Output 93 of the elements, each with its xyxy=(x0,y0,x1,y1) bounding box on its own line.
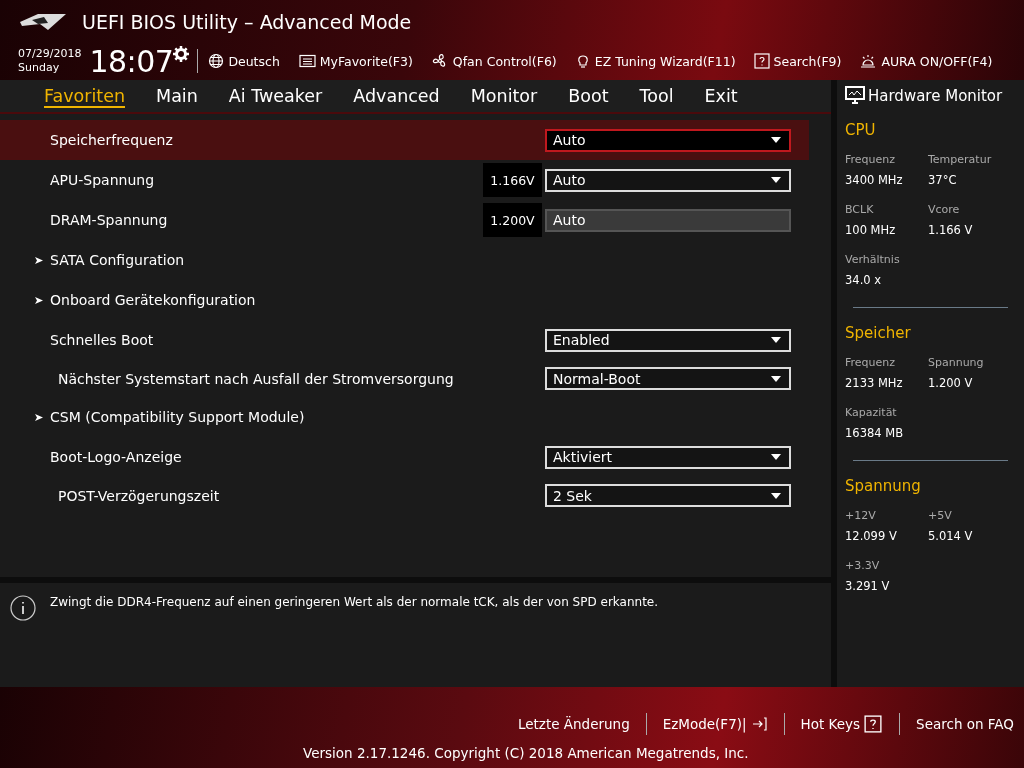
setting-dropdown[interactable]: Enabled xyxy=(545,328,791,352)
sensor-label: Kapazität xyxy=(845,406,898,419)
sensor-value: 34.0 x xyxy=(845,273,883,287)
caret-icon xyxy=(771,337,781,343)
sensor-label: BCLK xyxy=(845,203,875,216)
setting-dropdown[interactable]: Auto xyxy=(545,168,791,192)
setting-label: SATA Configuration xyxy=(50,252,186,268)
footer-link[interactable]: Search on FAQ xyxy=(916,716,1014,732)
setting-dropdown[interactable]: Aktiviert xyxy=(545,445,791,469)
setting-dropdown[interactable]: Normal-Boot xyxy=(545,367,791,390)
caret-icon xyxy=(771,492,781,499)
settings-icon[interactable] xyxy=(173,46,190,62)
menu-tab[interactable]: Ai Tweaker xyxy=(228,84,323,108)
sensor-value: 1.166 V xyxy=(928,223,974,237)
voltage-reading: 1.166V xyxy=(483,163,542,197)
info-icon xyxy=(10,595,36,621)
sensor-value: 2133 MHz xyxy=(845,376,904,390)
sensor-label: Temperatur xyxy=(928,153,993,166)
setting-dropdown[interactable]: Auto xyxy=(545,128,791,152)
monitor-icon xyxy=(845,86,865,105)
menu-tab[interactable]: Tool xyxy=(639,84,674,108)
sensor-value: 3400 MHz xyxy=(845,173,904,187)
arrow-icon xyxy=(35,413,43,421)
setting-label: DRAM-Spannung xyxy=(50,212,169,228)
sensor-value: 1.200 V xyxy=(928,376,974,390)
menu-tab[interactable]: Advanced xyxy=(353,84,440,108)
panel-title: Hardware Monitor xyxy=(868,86,1003,105)
clock-text: 18:07 xyxy=(89,43,174,79)
section-title: Spannung xyxy=(845,477,922,495)
window-title: UEFI BIOS Utility – Advanced Mode xyxy=(82,11,412,33)
setting-row[interactable]: Onboard Gerätekonfiguration xyxy=(0,280,809,320)
setting-row[interactable]: APU-Spannung 1.166V Auto xyxy=(0,160,809,200)
arrow-icon xyxy=(35,256,43,264)
globe-icon xyxy=(208,53,225,69)
setting-row[interactable]: CSM (Compatibility Support Module) xyxy=(0,397,809,437)
setting-label: Onboard Gerätekonfiguration xyxy=(50,292,257,308)
voltage-reading: 1.200V xyxy=(483,203,542,237)
footer-link[interactable]: Letzte Änderung xyxy=(517,716,630,732)
caret-icon xyxy=(771,137,781,143)
sensor-label: Vcore xyxy=(928,203,961,216)
sensor-label: Frequenz xyxy=(845,153,897,166)
setting-row[interactable]: Schnelles Boot Enabled xyxy=(0,320,809,360)
sensor-label: Frequenz xyxy=(845,356,897,369)
sensor-value: 3.291 V xyxy=(845,579,891,593)
menu-tab[interactable]: Exit xyxy=(704,84,738,108)
footer-link[interactable]: EzMode(F7)| xyxy=(662,716,768,732)
setting-label: Boot-Logo-Anzeige xyxy=(50,449,183,465)
setting-row[interactable]: POST-Verzögerungszeit 2 Sek xyxy=(0,477,809,514)
sensor-value: 12.099 V xyxy=(845,529,898,543)
sensor-value: 5.014 V xyxy=(928,529,974,543)
menu-tab[interactable]: Monitor xyxy=(470,84,538,108)
setting-dropdown[interactable]: 2 Sek xyxy=(545,484,791,507)
setting-row[interactable]: Boot-Logo-Anzeige Aktiviert xyxy=(0,437,809,477)
sensor-label: +5V xyxy=(928,509,953,522)
toolbar-button[interactable]: Deutsch xyxy=(208,53,280,69)
setting-row[interactable]: Speicherfrequenz Auto xyxy=(0,120,809,160)
menu-tab[interactable]: Favoriten xyxy=(44,84,126,108)
caret-icon xyxy=(771,375,781,382)
sensor-label: Spannung xyxy=(928,356,985,369)
setting-label: POST-Verzögerungszeit xyxy=(58,487,221,504)
setting-row[interactable]: SATA Configuration xyxy=(0,240,809,280)
menu-tab[interactable]: Main xyxy=(156,84,198,108)
setting-label: Speicherfrequenz xyxy=(50,132,174,148)
sensor-value: 100 MHz xyxy=(845,223,897,237)
caret-icon xyxy=(771,177,781,183)
caret-icon xyxy=(771,454,781,460)
toolbar-button[interactable]: Qfan Control(F6) xyxy=(430,53,557,69)
toolbar-button[interactable]: AURA ON/OFF(F4) xyxy=(859,53,993,69)
setting-label: APU-Spannung xyxy=(50,172,156,188)
sensor-label: +3.3V xyxy=(845,559,881,572)
sensor-value: 16384 MB xyxy=(845,426,905,440)
section-title: CPU xyxy=(845,121,877,139)
sensor-value: 37°C xyxy=(928,173,958,187)
section-title: Speicher xyxy=(845,324,912,342)
setting-label: Nächster Systemstart nach Ausfall der Stromversorgung xyxy=(58,370,455,387)
setting-label: Schnelles Boot xyxy=(50,332,155,348)
footer-link[interactable]: Hot Keys xyxy=(800,715,884,733)
toolbar-button[interactable]: Search(F9) xyxy=(753,53,842,69)
setting-label: CSM (Compatibility Support Module) xyxy=(50,409,306,425)
arrow-icon xyxy=(35,296,43,304)
help-text: Zwingt die DDR4-Frequenz auf einen geringeren Wert als der normale tCK, als der von SPD erkannte. xyxy=(50,595,659,609)
list-icon xyxy=(297,53,316,69)
toolbar-button[interactable]: MyFavorite(F3) xyxy=(297,53,413,69)
sensor-label: +12V xyxy=(845,509,877,522)
toolbar-button[interactable]: EZ Tuning Wizard(F11) xyxy=(574,53,736,69)
sensor-label: Verhältnis xyxy=(845,253,901,266)
setting-row[interactable]: Nächster Systemstart nach Ausfall der Stromversorgung Normal-Boot xyxy=(0,360,809,397)
version-text: Version 2.17.1246. Copyright (C) 2018 American Megatrends, Inc. xyxy=(303,745,749,761)
help-icon xyxy=(753,53,770,69)
date-text: 07/29/2018 xyxy=(18,47,82,61)
help-icon xyxy=(863,715,884,733)
day-text: Sunday xyxy=(18,61,61,75)
menu-tab[interactable]: Boot xyxy=(568,84,609,108)
